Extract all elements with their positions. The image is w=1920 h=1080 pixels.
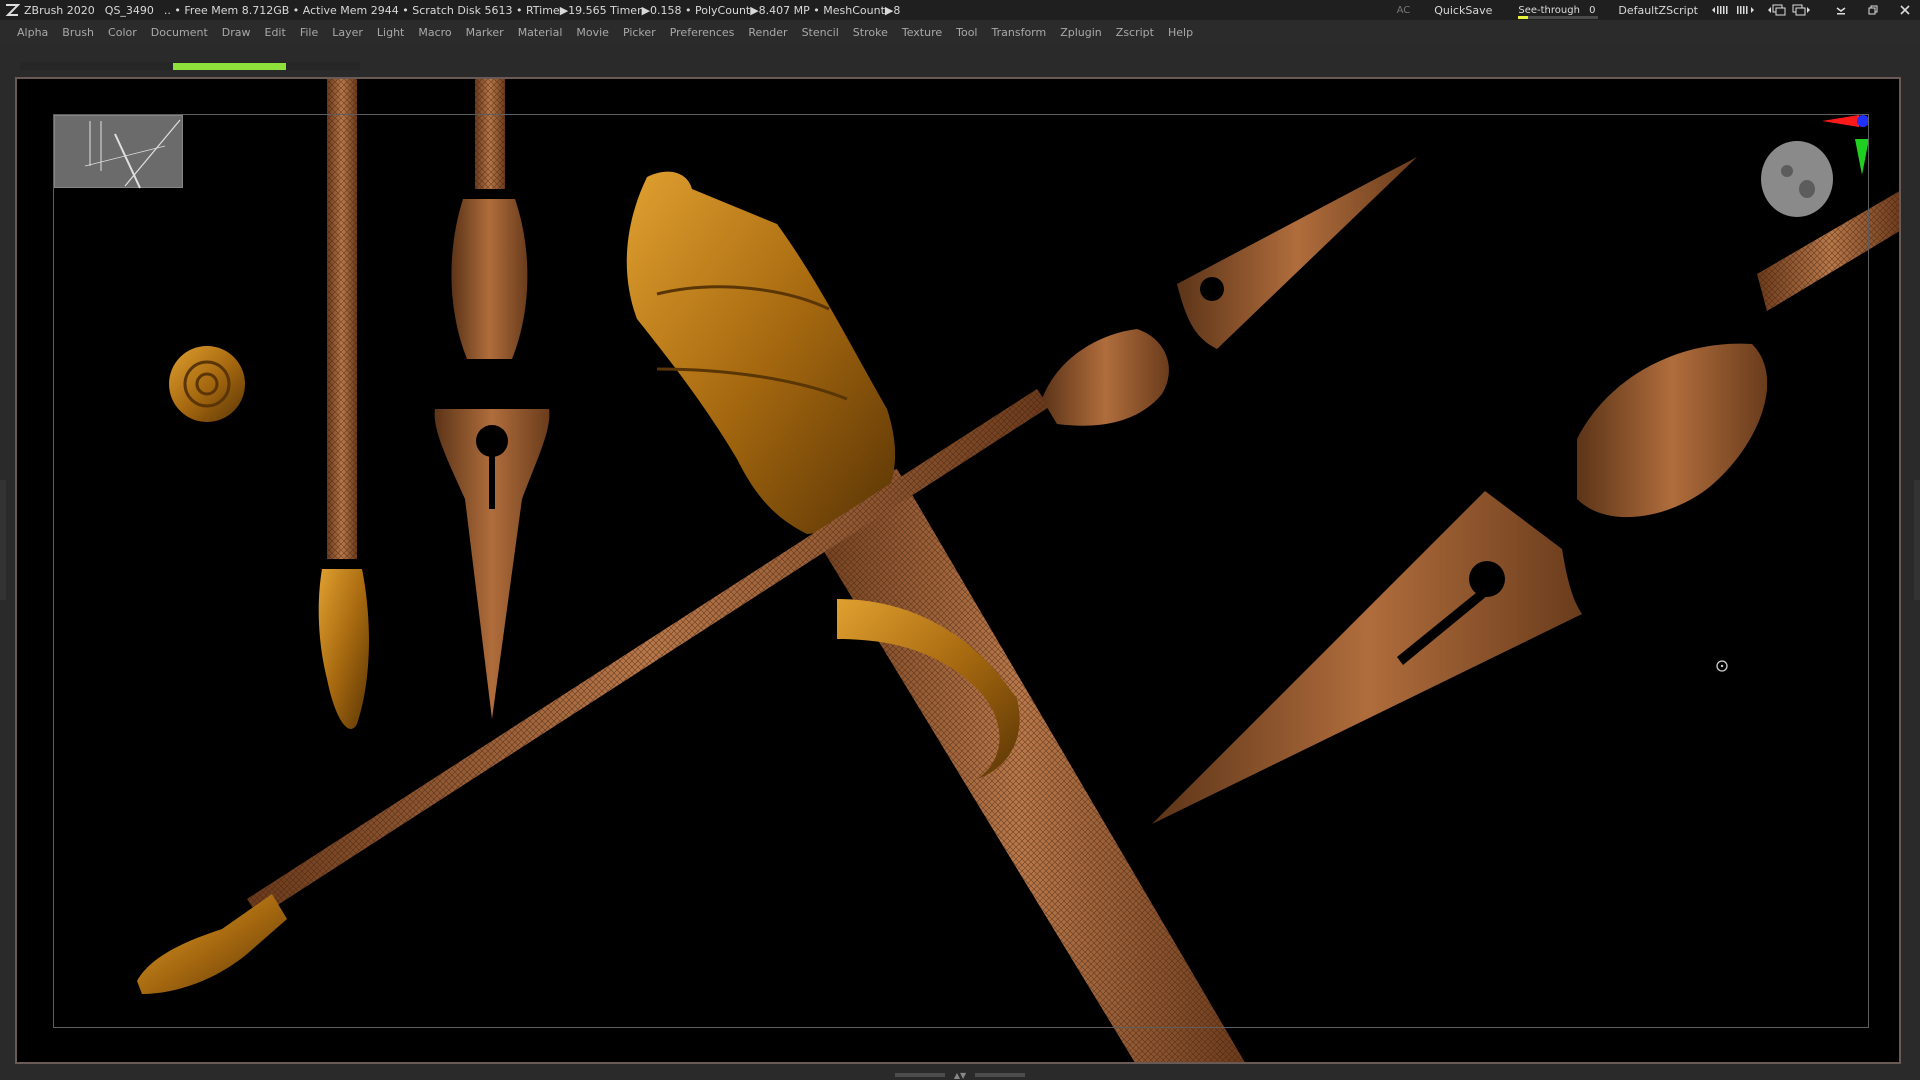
bottom-tray-bar-right bbox=[975, 1073, 1025, 1077]
main-menu-bar: Alpha Brush Color Document Draw Edit Fil… bbox=[0, 20, 1920, 44]
menu-movie[interactable]: Movie bbox=[576, 26, 609, 39]
menu-material[interactable]: Material bbox=[518, 26, 563, 39]
see-through-label: See-through bbox=[1518, 4, 1580, 16]
menu-layout-right-icon[interactable] bbox=[1736, 3, 1754, 17]
close-icon[interactable] bbox=[1896, 3, 1914, 17]
quicksave-button[interactable]: QuickSave bbox=[1434, 4, 1492, 17]
title-bar: ZBrush 2020 QS_3490 .. • Free Mem 8.712G… bbox=[0, 0, 1920, 20]
navigation-gizmo[interactable] bbox=[1761, 115, 1869, 217]
thumbnail-spear-icon bbox=[84, 119, 181, 189]
menu-brush[interactable]: Brush bbox=[62, 26, 94, 39]
ui-layout-icon[interactable] bbox=[1792, 3, 1810, 17]
menu-transform[interactable]: Transform bbox=[992, 26, 1047, 39]
menu-layer[interactable]: Layer bbox=[332, 26, 363, 39]
menu-stencil[interactable]: Stencil bbox=[802, 26, 839, 39]
see-through-value: 0 bbox=[1589, 4, 1596, 16]
memory-stats: .. • Free Mem 8.712GB • Active Mem 2944 … bbox=[163, 3, 901, 17]
axis-z-arrow[interactable] bbox=[1857, 115, 1869, 127]
menu-help[interactable]: Help bbox=[1168, 26, 1193, 39]
menu-draw[interactable]: Draw bbox=[222, 26, 251, 39]
vertical-staff-right bbox=[434, 79, 550, 719]
axis-y-arrow[interactable] bbox=[1855, 139, 1869, 175]
restore-icon[interactable] bbox=[1864, 3, 1882, 17]
menu-color[interactable]: Color bbox=[108, 26, 137, 39]
bottom-tray-bar-left bbox=[895, 1073, 945, 1077]
see-through-track bbox=[1518, 15, 1599, 19]
menu-macro[interactable]: Macro bbox=[418, 26, 451, 39]
menu-texture[interactable]: Texture bbox=[902, 26, 942, 39]
app-title: ZBrush 2020 bbox=[24, 3, 95, 17]
see-through-slider[interactable]: See-through 0 bbox=[1518, 4, 1599, 19]
brush-cursor-icon bbox=[1716, 660, 1728, 672]
left-tray-handle[interactable] bbox=[0, 480, 6, 600]
tray-expand-icon[interactable]: ▲▼ bbox=[954, 1071, 966, 1080]
zbrush-logo-icon bbox=[5, 4, 20, 16]
default-zscript[interactable]: DefaultZScript bbox=[1618, 4, 1698, 17]
vertical-staff-left bbox=[318, 79, 369, 729]
menu-document[interactable]: Document bbox=[151, 26, 208, 39]
ac-indicator[interactable]: AC bbox=[1397, 5, 1411, 16]
spear-butt-cap bbox=[137, 894, 287, 994]
menu-stroke[interactable]: Stroke bbox=[853, 26, 888, 39]
see-through-knob[interactable] bbox=[1518, 15, 1529, 19]
diagonal-spearhead bbox=[1177, 157, 1417, 349]
menu-file[interactable]: File bbox=[300, 26, 318, 39]
menu-tool[interactable]: Tool bbox=[956, 26, 977, 39]
menu-marker[interactable]: Marker bbox=[466, 26, 504, 39]
menu-picker[interactable]: Picker bbox=[623, 26, 656, 39]
menu-render[interactable]: Render bbox=[748, 26, 787, 39]
spear-bulb-ornament bbox=[1042, 329, 1169, 426]
tray-toggle-icon[interactable] bbox=[1768, 3, 1786, 17]
large-staff-shaft bbox=[792, 469, 1245, 1062]
menu-edit[interactable]: Edit bbox=[265, 26, 286, 39]
menu-zplugin[interactable]: Zplugin bbox=[1060, 26, 1102, 39]
navigation-head-icon[interactable] bbox=[1761, 141, 1833, 217]
progress-bar bbox=[173, 63, 286, 70]
rosette-ornament bbox=[169, 346, 245, 422]
sculpt-viewport bbox=[137, 79, 1899, 1062]
minimize-icon[interactable] bbox=[1832, 3, 1850, 17]
axis-x-arrow[interactable] bbox=[1822, 115, 1859, 127]
document-canvas[interactable] bbox=[15, 77, 1901, 1064]
bottom-tray-handle[interactable]: ▲▼ bbox=[895, 1071, 1025, 1080]
menu-layout-left-icon[interactable] bbox=[1712, 3, 1730, 17]
menu-light[interactable]: Light bbox=[377, 26, 404, 39]
right-tray-handle[interactable] bbox=[1914, 480, 1920, 600]
menu-zscript[interactable]: Zscript bbox=[1116, 26, 1154, 39]
menu-alpha[interactable]: Alpha bbox=[17, 26, 48, 39]
thumbnail-preview[interactable] bbox=[54, 115, 183, 189]
menu-preferences[interactable]: Preferences bbox=[670, 26, 735, 39]
document-name: QS_3490 bbox=[104, 3, 154, 17]
